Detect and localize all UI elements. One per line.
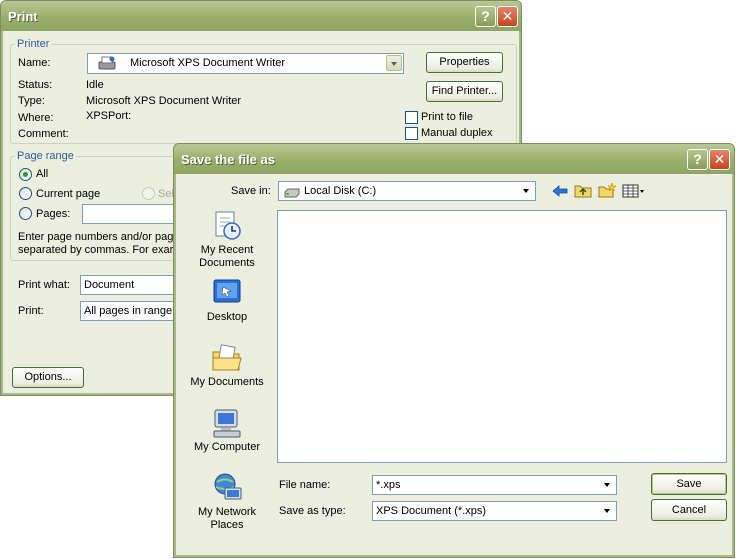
save-in-value: Local Disk (C:): [304, 185, 377, 197]
place-label: Desktop: [206, 311, 248, 323]
save-as-type-label: Save as type:: [279, 505, 346, 517]
printer-name-value: Microsoft XPS Document Writer: [130, 57, 286, 69]
options-button[interactable]: Options...: [12, 367, 84, 388]
views-menu-icon[interactable]: [622, 184, 646, 198]
chevron-down-icon[interactable]: [386, 55, 402, 71]
place-my-documents[interactable]: My Documents: [182, 342, 272, 389]
file-list[interactable]: [277, 210, 727, 463]
new-folder-icon[interactable]: [598, 182, 617, 198]
selection-radio: [142, 187, 155, 200]
hard-drive-icon: [284, 186, 300, 198]
desktop-icon: [211, 277, 243, 309]
back-arrow-icon[interactable]: [552, 184, 568, 198]
save-button[interactable]: Save: [651, 473, 727, 495]
page-range-help-line1: Enter page numbers and/or page: [18, 231, 180, 243]
name-label: Name:: [18, 57, 51, 69]
comment-label: Comment:: [18, 128, 69, 140]
place-my-computer[interactable]: My Computer: [182, 407, 272, 454]
page-range-help-line2: separated by commas. For exar: [18, 244, 174, 256]
printer-group-title: Printer: [15, 38, 52, 50]
all-pages-radio[interactable]: [19, 168, 32, 181]
close-button[interactable]: ✕: [709, 149, 730, 170]
help-button[interactable]: ?: [475, 6, 496, 27]
print-what-label: Print what:: [18, 279, 70, 291]
print-label: Print:: [18, 305, 44, 317]
print-to-file-checkbox[interactable]: [405, 111, 418, 124]
place-label: My Documents: [190, 376, 264, 388]
find-printer-button[interactable]: Find Printer...: [426, 81, 503, 102]
chevron-down-icon[interactable]: [600, 503, 615, 519]
pages-label[interactable]: Pages:: [36, 208, 70, 220]
up-folder-icon[interactable]: [574, 183, 592, 198]
help-button[interactable]: ?: [687, 149, 708, 170]
file-name-input[interactable]: *.xps: [372, 475, 617, 495]
manual-duplex-checkbox[interactable]: [405, 127, 418, 140]
type-value: Microsoft XPS Document Writer: [86, 95, 242, 107]
print-dialog-title: Print: [8, 9, 38, 24]
manual-duplex-label[interactable]: Manual duplex: [421, 127, 493, 139]
place-label: My Computer: [193, 441, 261, 453]
network-places-icon: [211, 472, 243, 504]
where-value: XPSPort:: [86, 110, 132, 122]
cancel-button[interactable]: Cancel: [651, 499, 727, 521]
place-network-places[interactable]: My Network Places: [182, 472, 272, 532]
type-label: Type:: [18, 95, 45, 107]
current-page-radio[interactable]: [19, 187, 32, 200]
place-label: My Network Places: [197, 506, 257, 531]
save-titlebar[interactable]: Save the file as ? ✕: [174, 144, 734, 174]
recent-documents-icon: [211, 210, 243, 242]
file-name-value: *.xps: [376, 479, 401, 491]
chevron-down-icon[interactable]: [600, 477, 615, 493]
save-in-label: Save in:: [231, 185, 271, 197]
selection-label: Sel: [158, 188, 174, 200]
page-range-group-title: Page range: [15, 150, 76, 162]
status-value: Idle: [86, 79, 104, 91]
save-as-type-select[interactable]: XPS Document (*.xps): [372, 501, 617, 521]
print-to-file-label[interactable]: Print to file: [421, 111, 473, 123]
where-label: Where:: [18, 112, 54, 124]
my-documents-icon: [211, 342, 243, 374]
properties-button[interactable]: Properties: [426, 52, 503, 73]
current-page-label[interactable]: Current page: [36, 188, 100, 200]
save-file-dialog: Save the file as ? ✕ Save in: Local Disk…: [173, 143, 735, 558]
save-dialog-title: Save the file as: [181, 152, 275, 167]
place-recent-documents[interactable]: My Recent Documents: [182, 210, 272, 270]
status-label: Status:: [18, 79, 53, 91]
place-desktop[interactable]: Desktop: [182, 277, 272, 324]
all-pages-label[interactable]: All: [36, 168, 48, 180]
save-in-select[interactable]: Local Disk (C:): [278, 181, 536, 201]
close-button[interactable]: ✕: [497, 6, 518, 27]
pages-radio[interactable]: [19, 207, 32, 220]
my-computer-icon: [211, 407, 243, 439]
printer-icon: [98, 56, 116, 71]
printer-name-select[interactable]: Microsoft XPS Document Writer: [87, 53, 404, 74]
file-name-label: File name:: [279, 479, 331, 491]
print-titlebar[interactable]: Print ? ✕: [1, 1, 521, 31]
chevron-down-icon[interactable]: [519, 183, 534, 199]
save-as-type-value: XPS Document (*.xps): [376, 505, 487, 517]
place-label: My Recent Documents: [199, 244, 255, 269]
